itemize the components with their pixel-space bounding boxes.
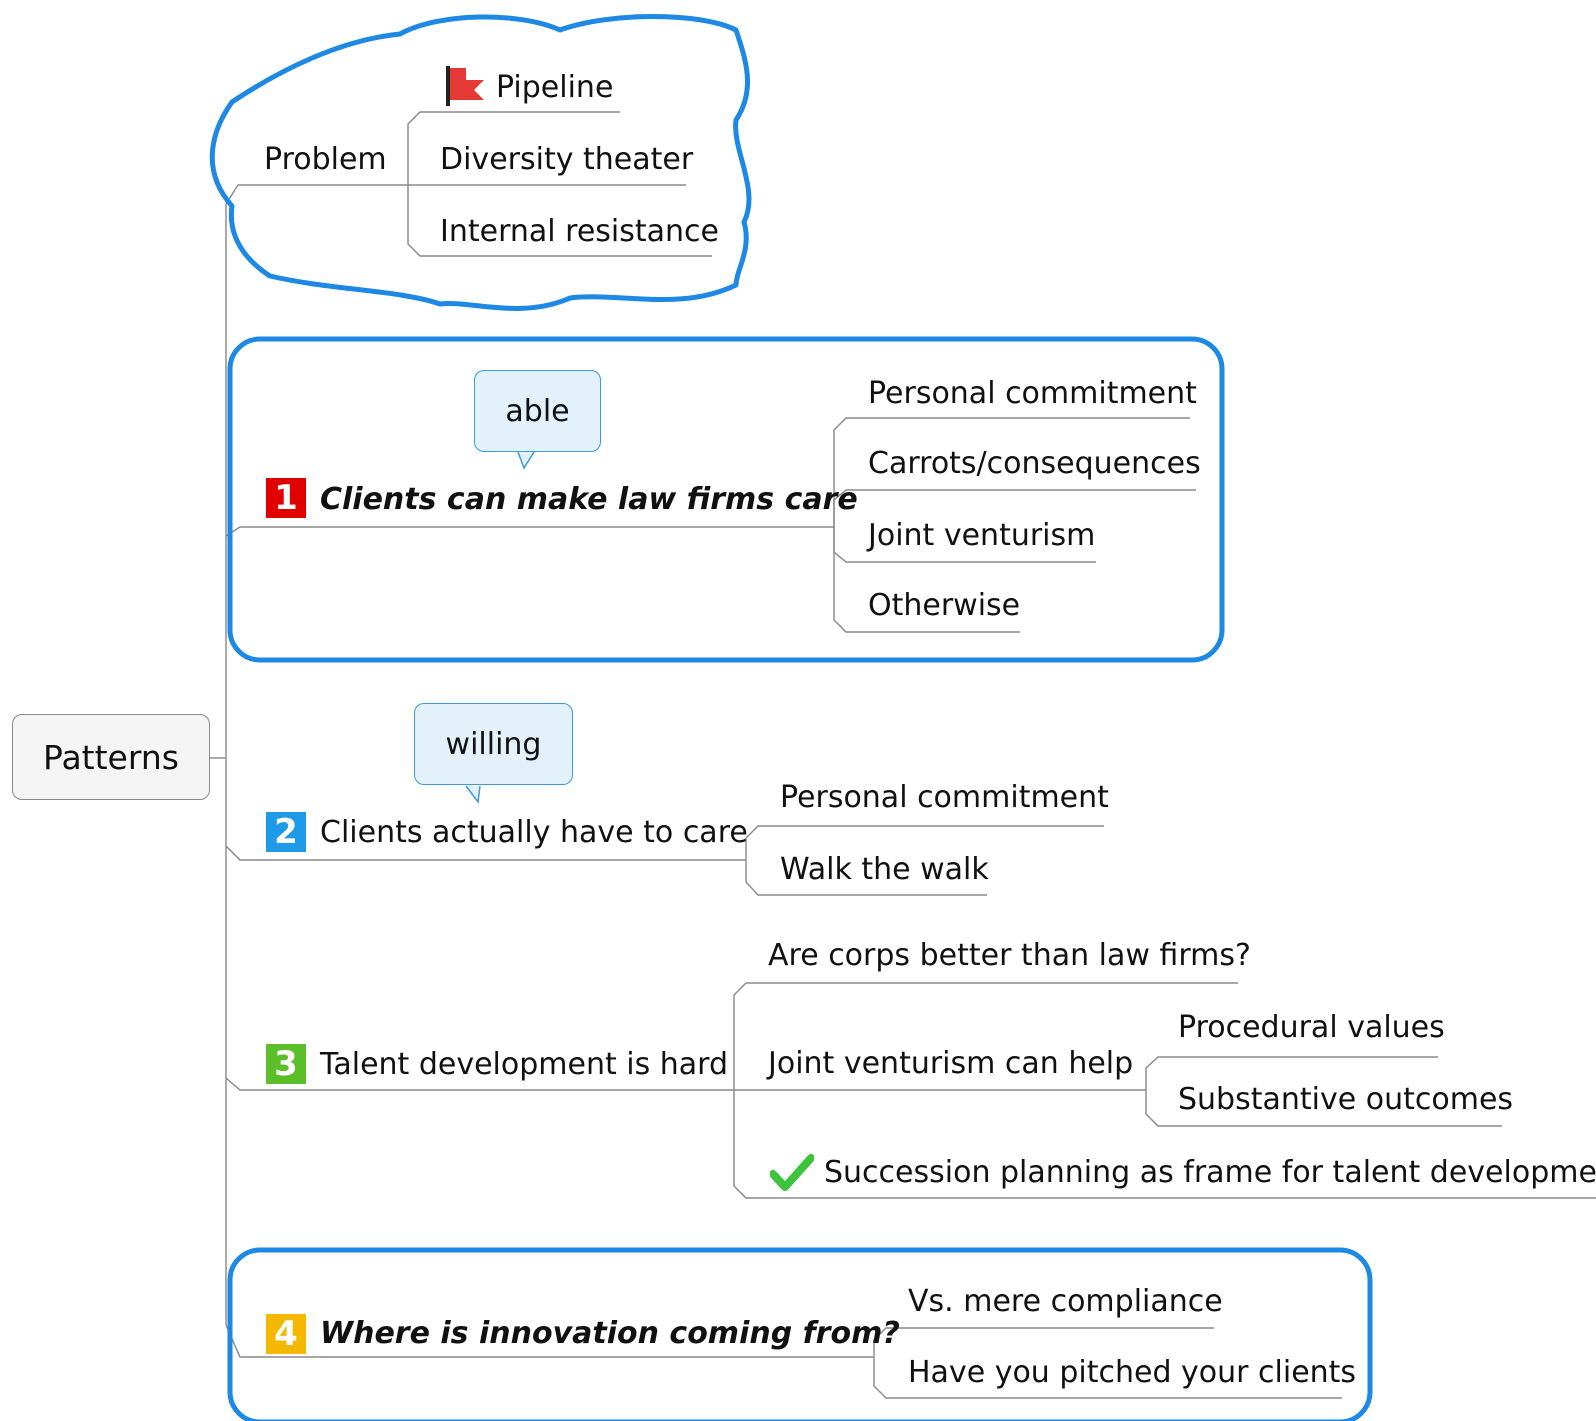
topic4-label[interactable]: Where is innovation coming from?	[320, 1316, 900, 1352]
callout-willing[interactable]: willing	[414, 703, 573, 785]
topic4-child-pitched-clients[interactable]: Have you pitched your clients	[908, 1355, 1356, 1391]
mind-map-canvas: Patterns Problem Pipeline Diversity thea…	[0, 0, 1596, 1421]
topic2-child-personal-commitment[interactable]: Personal commitment	[780, 780, 1109, 816]
topic4-child-vs-mere-compliance[interactable]: Vs. mere compliance	[908, 1284, 1223, 1320]
callout-able-text: able	[505, 393, 570, 429]
topic3-grandchild-substantive-outcomes[interactable]: Substantive outcomes	[1178, 1082, 1513, 1118]
priority-4-icon: 4	[266, 1314, 306, 1354]
problem-child-pipeline[interactable]: Pipeline	[496, 70, 613, 106]
topic1-label[interactable]: Clients can make law firms care	[320, 482, 858, 518]
topic2-child-walk-the-walk[interactable]: Walk the walk	[780, 852, 989, 888]
root-label: Patterns	[43, 737, 179, 777]
problem-child-internal-resistance[interactable]: Internal resistance	[440, 214, 719, 250]
topic1-child-otherwise[interactable]: Otherwise	[868, 588, 1020, 624]
topic3-child-corps-vs-firms[interactable]: Are corps better than law firms?	[768, 938, 1251, 974]
connector-lines	[209, 14, 1596, 1421]
root-node[interactable]: Patterns	[12, 714, 210, 800]
problem-label[interactable]: Problem	[264, 142, 387, 178]
topic3-grandchild-procedural-values[interactable]: Procedural values	[1178, 1010, 1445, 1046]
priority-2-icon: 2	[266, 812, 306, 852]
check-icon	[770, 1154, 814, 1191]
topic3-child-succession-planning[interactable]: Succession planning as frame for talent …	[824, 1155, 1596, 1191]
topic1-child-personal-commitment[interactable]: Personal commitment	[868, 376, 1197, 412]
priority-3-icon: 3	[266, 1044, 306, 1084]
problem-child-diversity-theater[interactable]: Diversity theater	[440, 142, 693, 178]
topic3-label[interactable]: Talent development is hard	[320, 1047, 728, 1083]
topic1-child-carrots-consequences[interactable]: Carrots/consequences	[868, 446, 1201, 482]
callout-willing-text: willing	[445, 726, 542, 762]
flag-icon	[446, 66, 484, 106]
priority-1-icon: 1	[266, 478, 306, 518]
topic3-child-joint-venturism[interactable]: Joint venturism can help	[768, 1046, 1133, 1082]
callout-able[interactable]: able	[474, 370, 601, 452]
topic1-child-joint-venturism[interactable]: Joint venturism	[868, 518, 1095, 554]
topic2-label[interactable]: Clients actually have to care	[320, 815, 748, 851]
